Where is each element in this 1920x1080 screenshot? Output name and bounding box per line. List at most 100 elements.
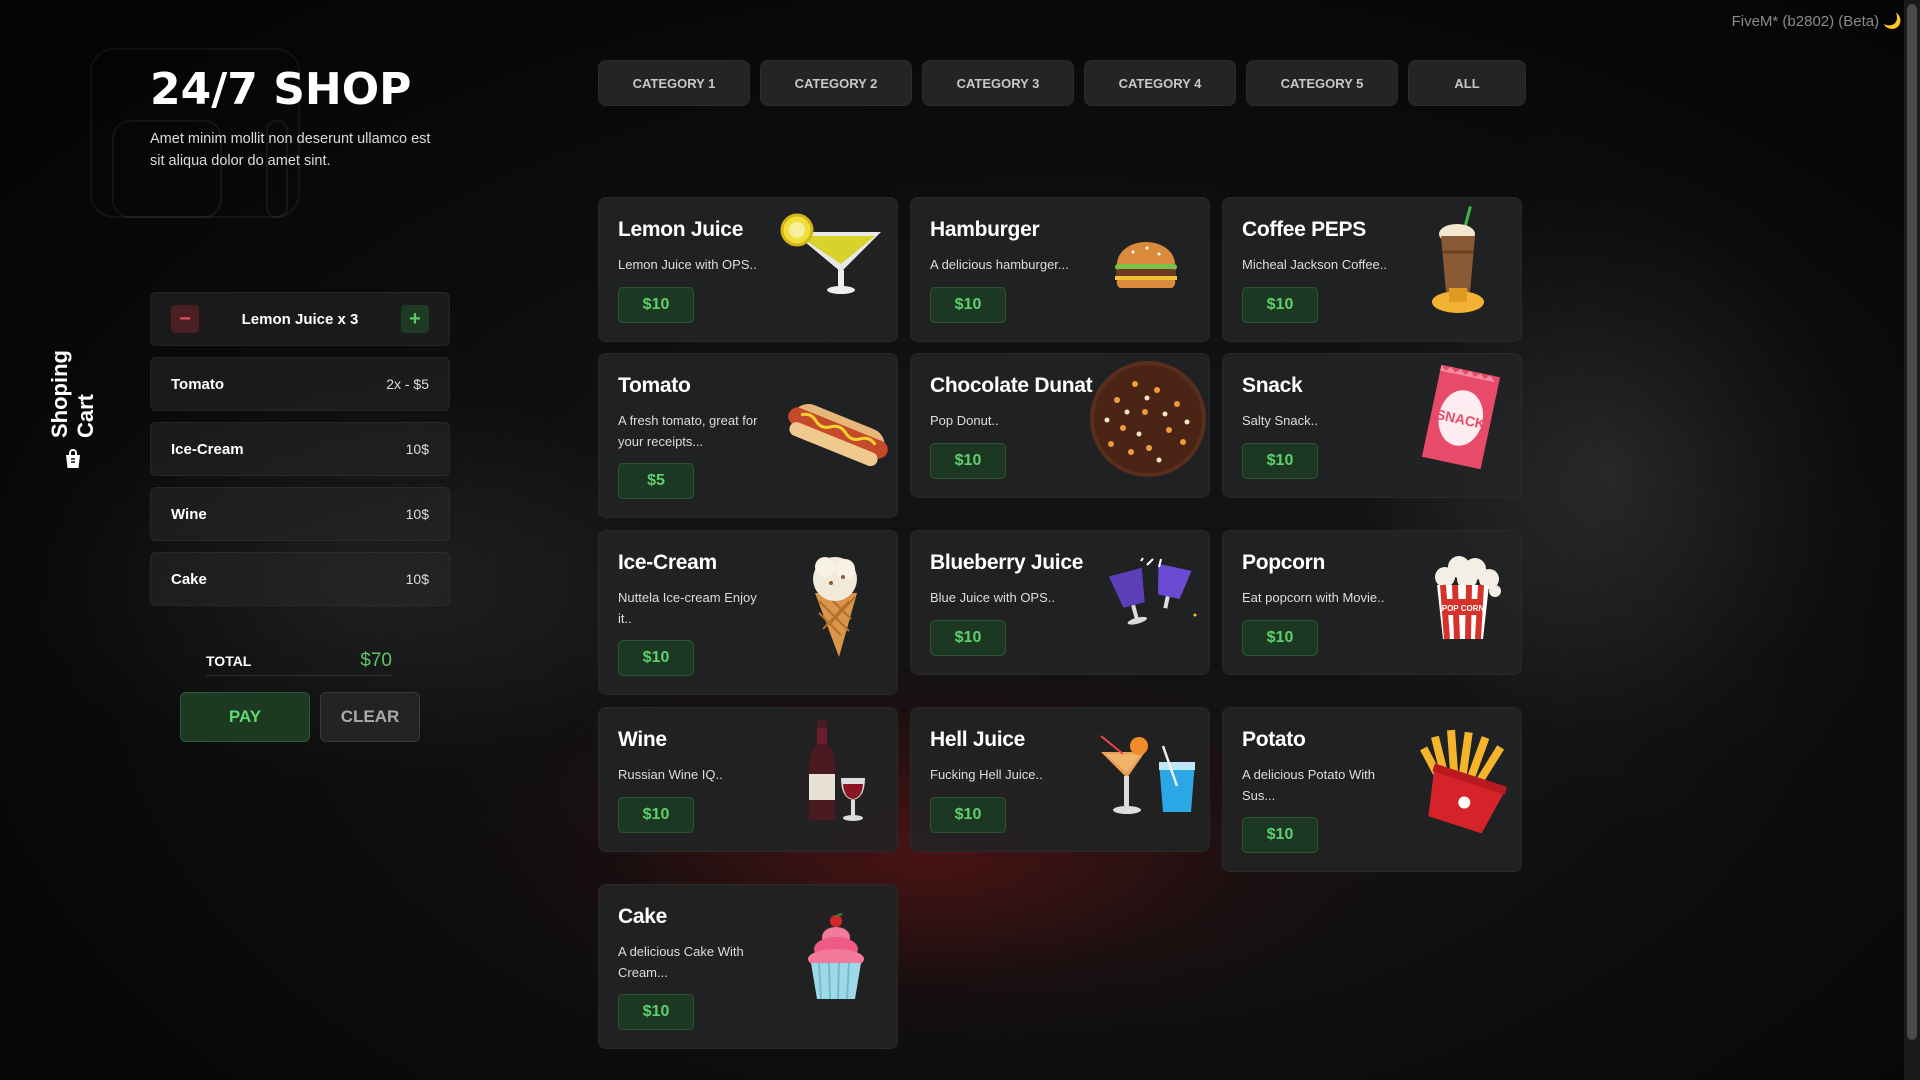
product-price-button[interactable]: $10 bbox=[1242, 620, 1318, 656]
product-price-button[interactable]: $10 bbox=[618, 640, 694, 676]
product-description: Lemon Juice with OPS.. bbox=[618, 257, 757, 272]
drinks-icon bbox=[1097, 732, 1201, 822]
cart-item-name: Ice-Cream bbox=[171, 440, 244, 458]
tab-category-1[interactable]: CATEGORY 1 bbox=[598, 60, 750, 106]
product-card[interactable]: Potato A delicious Potato With Sus... $1… bbox=[1222, 707, 1522, 872]
product-price-button[interactable]: $10 bbox=[618, 994, 694, 1030]
shopping-cart: − Lemon Juice x 3 + Tomato 2x - $5 Ice-C… bbox=[150, 292, 450, 617]
snack-bag-icon: SNACK bbox=[1419, 364, 1503, 474]
page-subtitle: Amet minim mollit non deserunt ullamco e… bbox=[150, 131, 431, 169]
category-tabs: CATEGORY 1 CATEGORY 2 CATEGORY 3 CATEGOR… bbox=[598, 60, 1526, 106]
page-title: 24/7 SHOP bbox=[150, 64, 412, 115]
product-card[interactable]: Hell Juice Fucking Hell Juice.. $10 bbox=[910, 707, 1210, 852]
product-name: Snack bbox=[1242, 374, 1303, 397]
total-label: TOTAL bbox=[206, 652, 252, 669]
product-price-button[interactable]: $10 bbox=[930, 287, 1006, 323]
product-price-button[interactable]: $10 bbox=[930, 797, 1006, 833]
product-card[interactable]: Popcorn Eat popcorn with Movie.. $10 POP… bbox=[1222, 530, 1522, 675]
fivem-version-label: FiveM* (b2802) (Beta) 🌙 bbox=[1731, 13, 1902, 30]
cart-item-name: Wine bbox=[171, 505, 207, 523]
donut-icon bbox=[1087, 360, 1209, 482]
cart-item-price: 2x - $5 bbox=[386, 376, 429, 392]
product-name: Coffee PEPS bbox=[1242, 218, 1366, 241]
cart-item-name: Tomato bbox=[171, 375, 225, 393]
product-name: Popcorn bbox=[1242, 551, 1326, 574]
pay-button[interactable]: PAY bbox=[180, 692, 310, 742]
tab-category-3[interactable]: CATEGORY 3 bbox=[922, 60, 1074, 106]
product-price-button[interactable]: $10 bbox=[1242, 443, 1318, 479]
shopping-cart-text: Shoping Cart bbox=[47, 350, 98, 438]
iced-coffee-icon bbox=[1429, 204, 1499, 320]
burger-icon bbox=[1111, 236, 1181, 300]
product-card[interactable]: Blueberry Juice Blue Juice with OPS.. $1… bbox=[910, 530, 1210, 675]
product-name: Hell Juice bbox=[930, 728, 1026, 751]
cart-item[interactable]: Ice-Cream 10$ bbox=[150, 422, 450, 476]
tab-all[interactable]: ALL bbox=[1408, 60, 1526, 106]
product-price-button[interactable]: $5 bbox=[618, 463, 694, 499]
product-card[interactable]: Snack Salty Snack.. $10 SNACK bbox=[1222, 353, 1522, 498]
product-name: Chocolate Dunat bbox=[930, 374, 1093, 397]
decrease-quantity-button[interactable]: − bbox=[171, 305, 199, 333]
fries-icon bbox=[1409, 726, 1519, 840]
product-description: Eat popcorn with Movie.. bbox=[1242, 590, 1385, 605]
product-card[interactable]: Tomato A fresh tomato, great for your re… bbox=[598, 353, 898, 518]
product-price-button[interactable]: $10 bbox=[618, 287, 694, 323]
product-description: A delicious Cake With Cream... bbox=[618, 944, 744, 980]
tab-category-4[interactable]: CATEGORY 4 bbox=[1084, 60, 1236, 106]
cart-item-price: 10$ bbox=[405, 441, 429, 457]
product-description: Nuttela Ice-cream Enjoy it.. bbox=[618, 590, 757, 626]
product-card[interactable]: Cake A delicious Cake With Cream... $10 bbox=[598, 884, 898, 1049]
product-price-button[interactable]: $10 bbox=[1242, 287, 1318, 323]
product-name: Hamburger bbox=[930, 218, 1040, 241]
scrollbar-thumb[interactable] bbox=[1907, 4, 1917, 1040]
product-description: Blue Juice with OPS.. bbox=[930, 590, 1055, 605]
scrollbar[interactable] bbox=[1904, 0, 1920, 1080]
product-description: Pop Donut.. bbox=[930, 413, 999, 428]
product-price-button[interactable]: $10 bbox=[930, 620, 1006, 656]
cocktail-icon bbox=[779, 206, 889, 300]
product-card[interactable]: Wine Russian Wine IQ.. $10 bbox=[598, 707, 898, 852]
cupcake-icon bbox=[803, 913, 869, 1007]
product-price-button[interactable]: $10 bbox=[930, 443, 1006, 479]
product-name: Blueberry Juice bbox=[930, 551, 1084, 574]
cart-item-price: 10$ bbox=[405, 506, 429, 522]
cart-item-price: 10$ bbox=[405, 571, 429, 587]
product-description: A delicious Potato With Sus... bbox=[1242, 767, 1375, 803]
product-name: Wine bbox=[618, 728, 667, 751]
product-card[interactable]: Lemon Juice Lemon Juice with OPS.. $10 bbox=[598, 197, 898, 342]
product-price-button[interactable]: $10 bbox=[1242, 817, 1318, 853]
cart-item-active[interactable]: − Lemon Juice x 3 + bbox=[150, 292, 450, 346]
product-card[interactable]: Chocolate Dunat Pop Donut.. $10 bbox=[910, 353, 1210, 498]
cart-total: TOTAL $70 bbox=[206, 646, 392, 676]
shopping-cart-label: Shoping Cart bbox=[47, 350, 98, 470]
product-description: Fucking Hell Juice.. bbox=[930, 767, 1043, 782]
cart-item[interactable]: Tomato 2x - $5 bbox=[150, 357, 450, 411]
product-description: A delicious hamburger... bbox=[930, 257, 1069, 272]
product-name: Potato bbox=[1242, 728, 1306, 751]
popcorn-icon: POP CORN bbox=[1429, 551, 1505, 645]
tab-category-2[interactable]: CATEGORY 2 bbox=[760, 60, 912, 106]
wine-icon bbox=[805, 718, 871, 830]
product-card[interactable]: Hamburger A delicious hamburger... $10 bbox=[910, 197, 1210, 342]
product-description: A fresh tomato, great for your receipts.… bbox=[618, 413, 758, 449]
product-name: Cake bbox=[618, 905, 668, 928]
product-name: Tomato bbox=[618, 374, 691, 397]
clear-button[interactable]: CLEAR bbox=[320, 692, 420, 742]
cart-item[interactable]: Cake 10$ bbox=[150, 552, 450, 606]
product-description: Salty Snack.. bbox=[1242, 413, 1318, 428]
total-value: $70 bbox=[360, 649, 392, 671]
increase-quantity-button[interactable]: + bbox=[401, 305, 429, 333]
cart-item[interactable]: Wine 10$ bbox=[150, 487, 450, 541]
product-card[interactable]: Ice-Cream Nuttela Ice-cream Enjoy it.. $… bbox=[598, 530, 898, 695]
cart-item-name: Cake bbox=[171, 570, 207, 588]
product-name: Lemon Juice bbox=[618, 218, 744, 241]
shopping-bag-icon bbox=[62, 448, 84, 470]
product-description: Micheal Jackson Coffee.. bbox=[1242, 257, 1387, 272]
hotdog-icon bbox=[783, 390, 893, 480]
product-card[interactable]: Coffee PEPS Micheal Jackson Coffee.. $10 bbox=[1222, 197, 1522, 342]
popcorn-label: POP CORN bbox=[1442, 604, 1485, 613]
product-price-button[interactable]: $10 bbox=[618, 797, 694, 833]
tab-category-5[interactable]: CATEGORY 5 bbox=[1246, 60, 1398, 106]
cart-item-label: Lemon Juice x 3 bbox=[241, 310, 359, 328]
ice-cream-icon bbox=[805, 553, 867, 663]
